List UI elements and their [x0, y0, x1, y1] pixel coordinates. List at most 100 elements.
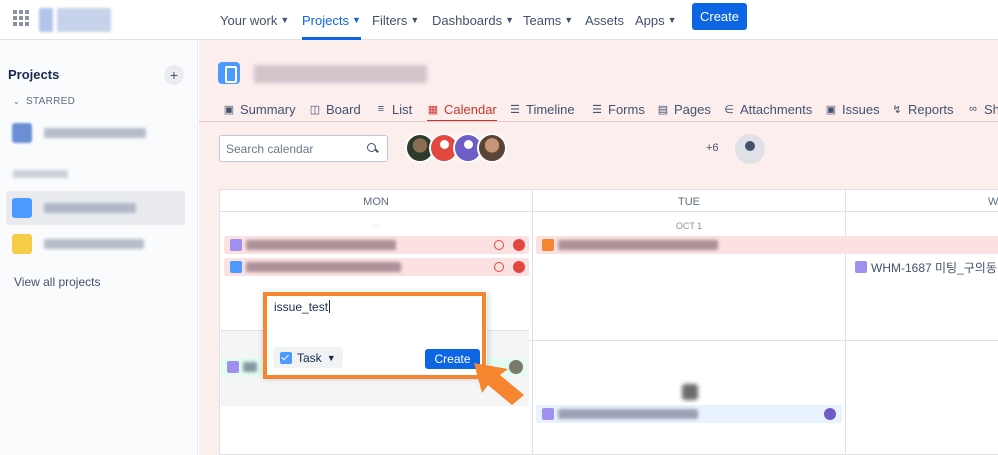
tab-timeline[interactable]: ☰ Timeline	[509, 98, 575, 120]
day-number-mon: ··	[373, 221, 379, 231]
project-icon	[12, 234, 32, 254]
project-name-redacted	[44, 203, 136, 213]
reports-icon: ↯	[892, 103, 902, 116]
tab-calendar-label: Calendar	[444, 101, 497, 117]
chevron-down-icon: ▼	[410, 15, 420, 25]
summary-icon: ▣	[223, 103, 235, 116]
tab-list[interactable]: ≡ List	[375, 98, 412, 120]
site-logo[interactable]	[39, 8, 111, 32]
person-icon	[464, 140, 473, 149]
tab-summary-label: Summary	[240, 101, 296, 117]
search-calendar-field[interactable]	[219, 135, 388, 162]
nav-teams-label: Teams	[523, 12, 562, 28]
tab-board[interactable]: ◫ Board	[309, 98, 361, 120]
project-title-redacted	[254, 65, 427, 83]
tab-shortcuts[interactable]: ∞ Sh	[967, 98, 998, 120]
board-icon: ◫	[309, 103, 321, 116]
sidebar-project-selected[interactable]	[6, 191, 185, 225]
chevron-down-icon: ⌄	[13, 97, 21, 106]
header-divider	[220, 211, 998, 212]
tab-issues[interactable]: ▣ Issues	[825, 98, 880, 120]
recent-section-header[interactable]	[13, 170, 68, 178]
tab-attachments[interactable]: ∈ Attachments	[723, 98, 812, 120]
user-avatar[interactable]	[477, 133, 507, 163]
sidebar-project-starred[interactable]	[6, 116, 185, 150]
calendar-event[interactable]: WHM-1687 미팅_구의동	[849, 258, 998, 276]
nav-apps-label: Apps	[635, 12, 665, 28]
timeline-icon: ☰	[510, 103, 520, 116]
story-icon	[542, 239, 554, 251]
nav-your-work-label: Your work	[220, 12, 278, 28]
task-icon	[230, 261, 242, 273]
subtask-icon	[855, 261, 867, 273]
tab-pages[interactable]: ▤ Pages	[657, 98, 711, 120]
nav-assets[interactable]: Assets	[585, 9, 624, 31]
event-title-redacted	[246, 240, 396, 250]
day-header-mon: MON	[363, 196, 389, 208]
tab-board-label: Board	[326, 101, 361, 117]
tab-forms[interactable]: ☰ Forms	[591, 98, 645, 120]
plus-icon: +	[169, 67, 179, 83]
day-divider	[845, 190, 846, 455]
add-people-button[interactable]	[735, 134, 765, 164]
redacted-marker	[682, 384, 698, 400]
tab-reports[interactable]: ↯ Reports	[891, 98, 954, 120]
attachment-icon: ∈	[724, 103, 734, 116]
add-person-icon	[745, 141, 755, 151]
tab-reports-label: Reports	[908, 101, 954, 117]
tabs-divider	[199, 121, 998, 122]
avatar-overflow-count[interactable]: +6	[706, 142, 719, 154]
tab-summary[interactable]: ▣ Summary	[223, 98, 296, 120]
task-icon	[280, 351, 292, 364]
sidebar: Projects + ⌄ STARRED View all projects	[0, 40, 198, 455]
clock-icon	[494, 240, 504, 250]
add-project-button[interactable]: +	[164, 65, 184, 85]
search-icon	[366, 142, 380, 156]
tab-attachments-label: Attachments	[740, 101, 813, 117]
nav-assets-label: Assets	[585, 12, 625, 28]
quick-create-popup: issue_test Task ▼ Create	[264, 291, 487, 376]
app-switcher-icon[interactable]	[13, 10, 29, 26]
assignee-icon	[513, 239, 525, 251]
sidebar-project-other[interactable]	[6, 227, 185, 261]
calendar-icon: ▦	[427, 103, 439, 116]
tab-shortcuts-label: Sh	[984, 101, 998, 117]
nav-filters[interactable]: Filters ▼	[372, 9, 419, 31]
event-title-redacted	[558, 409, 698, 419]
create-button[interactable]: Create	[692, 3, 747, 30]
issues-icon: ▣	[825, 103, 837, 116]
calendar-event[interactable]	[224, 258, 529, 276]
nav-dashboards-label: Dashboards	[432, 12, 503, 28]
subtask-icon	[542, 408, 554, 420]
nav-your-work[interactable]: Your work ▼	[220, 9, 289, 31]
issue-summary-input[interactable]: issue_test	[274, 300, 330, 314]
nav-apps[interactable]: Apps ▼	[635, 9, 677, 31]
calendar-event[interactable]	[536, 405, 842, 423]
user-avatar	[509, 360, 523, 374]
main-content: ▣ Summary ◫ Board ≡ List ▦ Calendar ☰ Timelin…	[199, 40, 998, 455]
tab-calendar[interactable]: ▦ Calendar	[427, 98, 497, 122]
starred-section-header[interactable]: ⌄ STARRED	[13, 96, 75, 107]
quick-create-submit-button[interactable]: Create	[425, 349, 480, 369]
issue-type-select[interactable]: Task ▼	[273, 347, 343, 368]
tab-forms-label: Forms	[608, 101, 645, 117]
view-all-projects-link[interactable]: View all projects	[14, 275, 100, 289]
calendar-event[interactable]	[224, 236, 529, 254]
chevron-down-icon: ▼	[564, 15, 574, 25]
assignee-icon	[824, 408, 836, 420]
nav-projects[interactable]: Projects ▼	[302, 9, 361, 40]
forms-icon: ☰	[592, 103, 602, 116]
assignee-icon	[513, 261, 525, 273]
chevron-down-icon: ▼	[280, 15, 290, 25]
nav-projects-label: Projects	[302, 12, 349, 28]
calendar-event[interactable]	[536, 236, 998, 254]
day-header-wed: W	[988, 196, 998, 208]
shortcut-icon: ∞	[969, 103, 977, 115]
nav-filters-label: Filters	[372, 12, 408, 28]
top-navigation: Your work ▼ Projects ▼ Filters ▼ Dashboards…	[0, 0, 998, 40]
subtask-icon	[230, 239, 242, 251]
chevron-down-icon: ▼	[351, 15, 361, 25]
nav-teams[interactable]: Teams ▼	[523, 9, 573, 31]
nav-dashboards[interactable]: Dashboards ▼	[432, 9, 514, 31]
search-input[interactable]	[226, 141, 366, 156]
